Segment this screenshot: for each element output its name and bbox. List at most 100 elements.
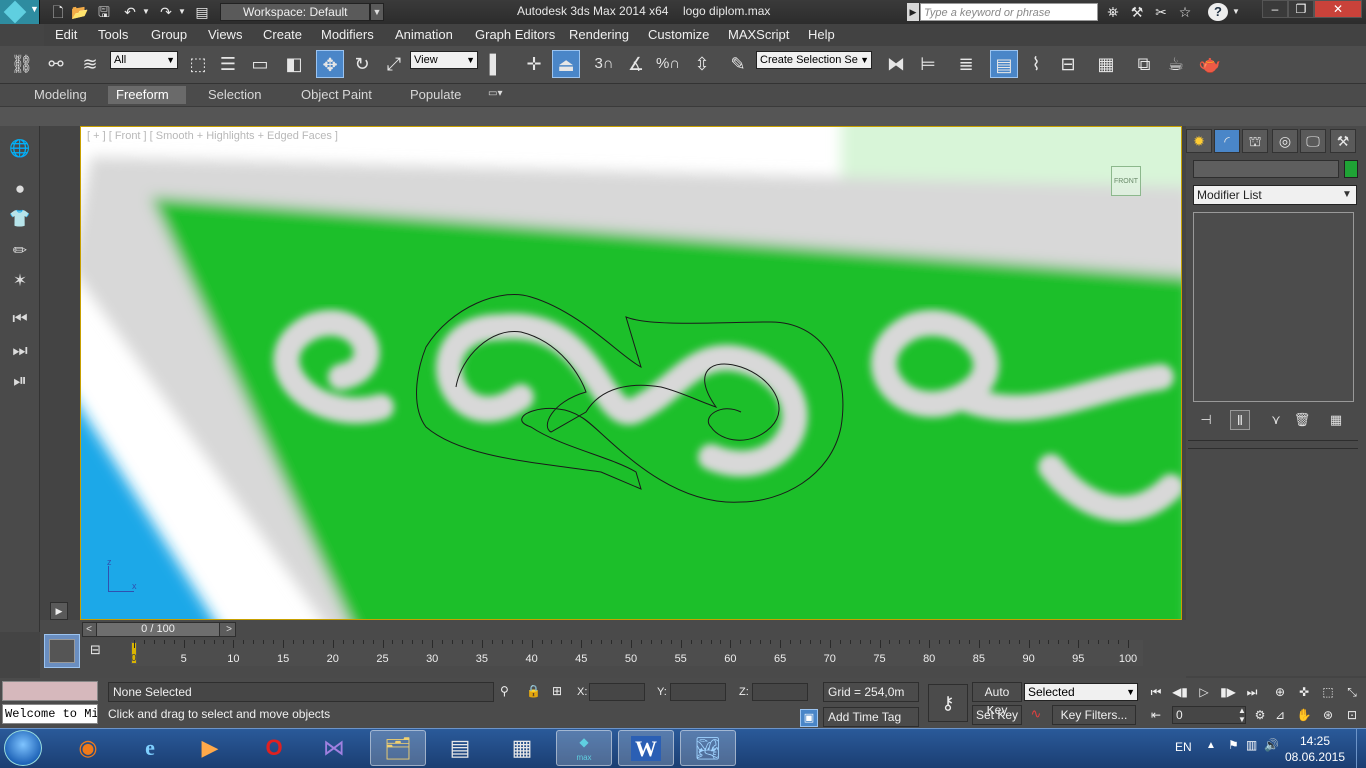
isolate-icon[interactable]: ⚲ bbox=[500, 684, 516, 700]
unlink-icon[interactable]: ⚯ bbox=[42, 50, 70, 78]
close-button[interactable]: ✕ bbox=[1314, 0, 1362, 18]
object-name-field[interactable] bbox=[1193, 160, 1339, 178]
layer-explorer-icon[interactable]: ≣ bbox=[952, 50, 980, 78]
media-player-icon[interactable]: ▶ bbox=[182, 730, 238, 766]
keyboard-shortcut-override-icon[interactable]: ⏏ bbox=[552, 50, 580, 78]
new-file-icon[interactable]: 🗋 bbox=[48, 3, 68, 21]
ribbon-options-icon[interactable]: ▭▾ bbox=[488, 88, 512, 102]
rectangular-selection-icon[interactable]: ▭ bbox=[246, 50, 274, 78]
field-of-view-icon[interactable]: ⊿ bbox=[1270, 706, 1290, 724]
selection-set-dropdown[interactable]: Selected ▼ bbox=[1024, 683, 1138, 701]
select-and-rotate-icon[interactable]: ↻ bbox=[348, 50, 376, 78]
opera-icon[interactable]: O bbox=[246, 730, 302, 766]
go-to-end-icon[interactable]: ⏭ bbox=[1242, 683, 1262, 701]
search-input[interactable]: Type a keyword or phrase bbox=[920, 3, 1098, 21]
show-desktop-button[interactable] bbox=[1356, 729, 1366, 768]
add-time-tag-button[interactable]: Add Time Tag bbox=[823, 707, 919, 727]
remove-modifier-icon[interactable]: 🗑 bbox=[1292, 410, 1312, 430]
menu-create[interactable]: Create bbox=[263, 27, 302, 42]
menu-animation[interactable]: Animation bbox=[395, 27, 453, 42]
motion-mixer-icon[interactable]: ⏯ bbox=[6, 368, 34, 394]
rendered-frame-window-icon[interactable]: ☕ bbox=[1162, 50, 1190, 78]
x-coordinate-field[interactable] bbox=[589, 683, 645, 701]
schematic-view-icon[interactable]: ⊟ bbox=[1054, 50, 1082, 78]
render-production-icon[interactable]: 🫖 bbox=[1196, 50, 1224, 78]
link-icon[interactable]: ⛓ bbox=[8, 50, 36, 78]
pan-view-icon[interactable]: ✋ bbox=[1294, 706, 1314, 724]
cloth-icon[interactable]: 👕 bbox=[6, 206, 34, 232]
zoom-extents-icon[interactable]: ⬚ bbox=[1318, 683, 1338, 701]
make-unique-icon[interactable]: ⋎ bbox=[1266, 410, 1286, 430]
time-tag-icon[interactable]: ▣ bbox=[800, 709, 818, 727]
tab-object-paint[interactable]: Object Paint bbox=[293, 86, 380, 104]
workspace-dropdown-icon[interactable]: ▼ bbox=[370, 3, 384, 21]
create-tab-icon[interactable]: ✹ bbox=[1186, 129, 1212, 153]
front-viewport[interactable] bbox=[80, 126, 1182, 620]
play-icon[interactable]: ▷ bbox=[1194, 683, 1214, 701]
volume-icon[interactable]: 🔊 bbox=[1264, 738, 1279, 752]
select-object-icon[interactable]: ⬚ bbox=[184, 50, 212, 78]
calculator-icon[interactable]: ▦ bbox=[494, 730, 550, 766]
clock-date[interactable]: 08.06.2015 bbox=[1282, 750, 1348, 764]
windows-start-button[interactable] bbox=[4, 730, 42, 766]
action-center-icon[interactable]: ⚑ bbox=[1228, 738, 1239, 752]
orbit-icon[interactable]: ⊛ bbox=[1318, 706, 1338, 724]
y-coordinate-field[interactable] bbox=[670, 683, 726, 701]
reference-coordinate-dropdown[interactable]: View ▼ bbox=[410, 51, 478, 69]
undo-icon[interactable]: ↶ bbox=[120, 3, 140, 21]
project-folder-icon[interactable]: ▤ bbox=[192, 3, 212, 21]
modify-tab-icon[interactable]: ◜ bbox=[1214, 129, 1240, 153]
tab-populate[interactable]: Populate bbox=[402, 86, 469, 104]
menu-edit[interactable]: Edit bbox=[55, 27, 77, 42]
select-manipulate-icon[interactable]: ✛ bbox=[520, 50, 548, 78]
tab-freeform[interactable]: Freeform bbox=[108, 86, 186, 104]
hierarchy-tab-icon[interactable]: ⛫ bbox=[1242, 129, 1268, 153]
menu-views[interactable]: Views bbox=[208, 27, 242, 42]
dope-sheet-icon[interactable]: ⏭ bbox=[6, 338, 34, 364]
expand-panel-button[interactable]: ▶ bbox=[50, 602, 68, 620]
selection-lock-icon[interactable]: 🔒 bbox=[526, 684, 542, 700]
percent-snap-icon[interactable]: %∩ bbox=[654, 50, 682, 78]
menu-modifiers[interactable]: Modifiers bbox=[321, 27, 374, 42]
key-mode-icon[interactable]: ⇤ bbox=[1146, 706, 1166, 724]
menu-maxscript[interactable]: MAXScript bbox=[728, 27, 789, 42]
mirror-icon[interactable]: ⧓ bbox=[882, 50, 910, 78]
3ds-max-task-icon[interactable]: ◆ max bbox=[556, 730, 612, 766]
modifier-list-arrow-icon[interactable]: ▼ bbox=[1340, 187, 1354, 203]
modifier-stack[interactable] bbox=[1193, 212, 1354, 402]
material-editor-icon[interactable]: ▦ bbox=[1092, 50, 1120, 78]
tab-modeling[interactable]: Modeling bbox=[26, 86, 95, 104]
configure-modifier-sets-icon[interactable]: ▦ bbox=[1326, 410, 1346, 430]
language-indicator[interactable]: EN bbox=[1175, 740, 1192, 754]
bind-space-warp-icon[interactable]: ≋ bbox=[76, 50, 104, 78]
time-slider-left-arrow[interactable]: < bbox=[82, 622, 96, 637]
brush-icon[interactable]: ✏ bbox=[6, 238, 34, 264]
subscription-icon[interactable]: ⚒ bbox=[1126, 3, 1148, 21]
spinner-snap-icon[interactable]: ⇳ bbox=[688, 50, 716, 78]
edit-named-selection-icon[interactable]: ✎ bbox=[724, 50, 752, 78]
word-task-icon[interactable]: W bbox=[618, 730, 674, 766]
select-and-move-icon[interactable]: ✥ bbox=[316, 50, 344, 78]
sphere-icon[interactable]: ● bbox=[6, 176, 34, 202]
modifier-list-dropdown[interactable]: Modifier List bbox=[1193, 185, 1357, 205]
clock-time[interactable]: 14:25 bbox=[1288, 734, 1342, 748]
z-coordinate-field[interactable] bbox=[752, 683, 808, 701]
redo-dropdown-icon[interactable]: ▼ bbox=[176, 3, 188, 21]
object-color-swatch[interactable] bbox=[1344, 160, 1358, 178]
search-expand-icon[interactable]: ▶ bbox=[907, 3, 919, 21]
tab-selection[interactable]: Selection bbox=[200, 86, 269, 104]
select-and-scale-icon[interactable]: ⤢ bbox=[380, 50, 408, 78]
maximize-button[interactable]: ❐ bbox=[1288, 0, 1314, 18]
open-file-icon[interactable]: 📂 bbox=[70, 3, 90, 21]
toggle-ribbon-icon[interactable]: ▤ bbox=[990, 50, 1018, 78]
time-configuration-icon[interactable]: ⚙ bbox=[1250, 706, 1270, 724]
angle-snap-icon[interactable]: ∡ bbox=[622, 50, 650, 78]
scene-explorer-icon[interactable]: 🌐 bbox=[6, 136, 34, 162]
default-tangent-icon[interactable]: ∿ bbox=[1026, 706, 1046, 724]
display-tab-icon[interactable]: 🖵 bbox=[1300, 129, 1326, 153]
binoculars-icon[interactable]: ⛯ bbox=[1102, 3, 1124, 21]
welcome-field[interactable]: Welcome to Mi bbox=[2, 704, 98, 724]
viewcube[interactable]: FRONT bbox=[1111, 166, 1141, 196]
tray-expand-icon[interactable]: ▲ bbox=[1206, 740, 1216, 751]
current-frame-field[interactable]: 0 bbox=[1172, 706, 1246, 724]
